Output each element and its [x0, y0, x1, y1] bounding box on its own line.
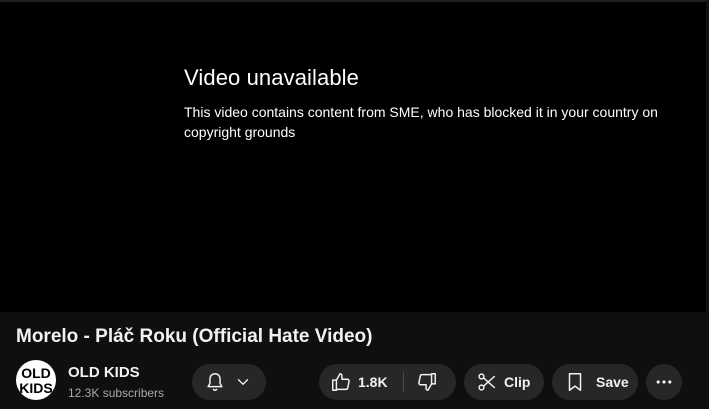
channel-avatar[interactable]: OLD KIDS: [16, 360, 56, 400]
like-count: 1.8K: [358, 374, 388, 390]
scissors-icon: [476, 371, 498, 393]
thumbs-up-icon: [330, 371, 352, 393]
player-top-border: [0, 0, 709, 2]
thumbs-down-icon: [416, 371, 438, 393]
clip-label: Clip: [504, 374, 531, 390]
notifications-button[interactable]: [192, 364, 266, 400]
subscriber-count: 12.3K subscribers: [68, 386, 165, 400]
channel-name[interactable]: OLD KIDS: [68, 364, 140, 381]
error-title: Video unavailable: [184, 65, 359, 90]
more-horizontal-icon: [654, 372, 674, 392]
bell-icon: [204, 371, 226, 393]
more-actions-button[interactable]: [646, 364, 682, 400]
error-message: This video contains content from SME, wh…: [184, 104, 658, 140]
video-title: Morelo - Pláč Roku (Official Hate Video): [16, 326, 373, 347]
bookmark-icon: [564, 371, 586, 393]
dislike-button[interactable]: [404, 364, 456, 400]
svg-text:OLD: OLD: [21, 365, 51, 381]
like-button[interactable]: 1.8K: [319, 364, 403, 400]
save-button[interactable]: Save: [552, 364, 638, 400]
video-player[interactable]: Video unavailable This video contains co…: [0, 0, 709, 312]
like-dislike-group: 1.8K: [319, 364, 456, 400]
channel-logo: OLD KIDS: [19, 365, 52, 396]
clip-button[interactable]: Clip: [464, 364, 544, 400]
svg-text:KIDS: KIDS: [19, 380, 52, 396]
save-label: Save: [596, 374, 629, 390]
chevron-down-icon: [234, 373, 252, 391]
